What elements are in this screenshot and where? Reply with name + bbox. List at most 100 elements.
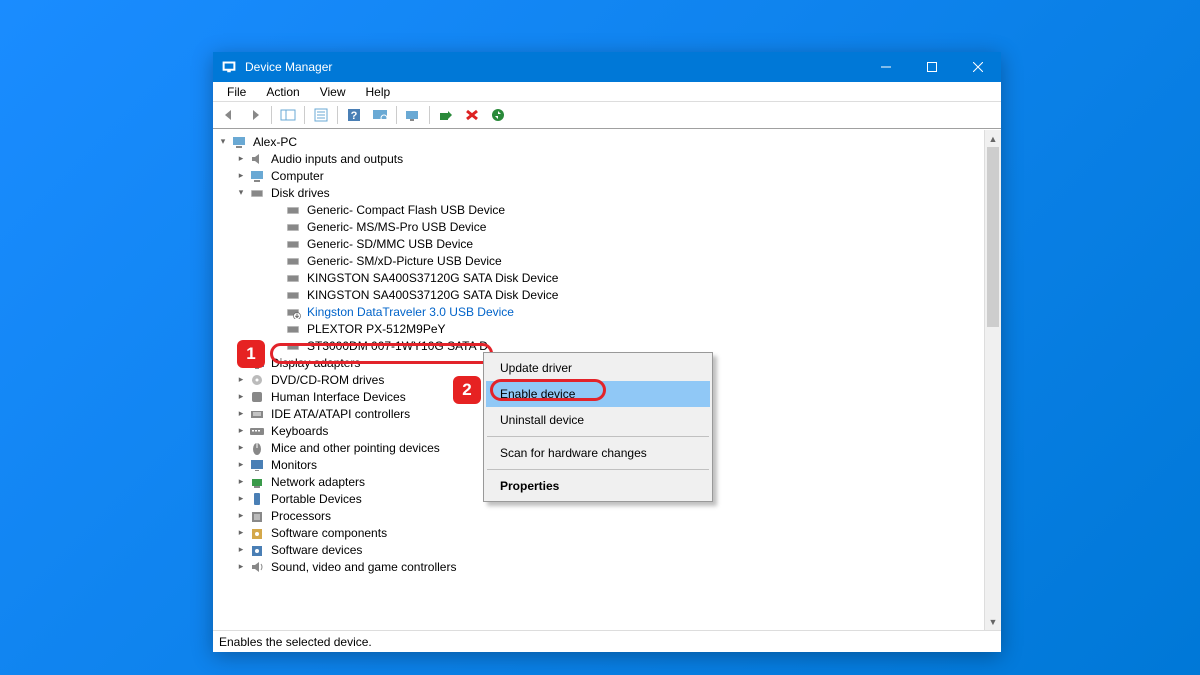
refresh-button[interactable] [486,104,510,126]
scan-hardware-button[interactable] [368,104,392,126]
content-area: ▾Alex-PC▸Audio inputs and outputs▸Comput… [213,129,1001,630]
window-title: Device Manager [245,60,863,74]
expand-icon[interactable]: ▸ [235,442,247,454]
collapse-icon[interactable]: ▾ [235,187,247,199]
category-node[interactable]: ▸ Computer [213,167,984,184]
swcomp-icon [249,526,265,540]
device-label: KINGSTON SA400S37120G SATA Disk Device [305,271,560,285]
category-label: Software devices [269,543,364,557]
expand-icon[interactable]: ▸ [235,408,247,420]
device-label: Generic- MS/MS-Pro USB Device [305,220,488,234]
show-hide-tree-button[interactable] [276,104,300,126]
scroll-down-arrow[interactable]: ▼ [985,613,1001,630]
toolbar-separator [429,106,430,124]
menu-action[interactable]: Action [256,83,309,101]
ide-icon [249,407,265,421]
titlebar[interactable]: Device Manager [213,52,1001,82]
menu-file[interactable]: File [217,83,256,101]
disk-icon [285,271,301,285]
expand-icon[interactable]: ▸ [235,561,247,573]
menu-help[interactable]: Help [356,83,401,101]
properties-button[interactable] [309,104,333,126]
disk-icon [285,220,301,234]
expand-icon[interactable]: ▸ [235,510,247,522]
category-label: Keyboards [269,424,330,438]
collapse-icon[interactable]: ▾ [217,136,229,148]
device-label: PLEXTOR PX-512M9PeY [305,322,448,336]
close-button[interactable] [955,52,1001,82]
keyboard-icon [249,424,265,438]
device-node[interactable]: Generic- SD/MMC USB Device [213,235,984,252]
ctx-enable-device[interactable]: Enable device [486,381,710,407]
uninstall-device-button[interactable] [460,104,484,126]
category-label: Processors [269,509,333,523]
device-node[interactable]: KINGSTON SA400S37120G SATA Disk Device [213,269,984,286]
toolbar-separator [304,106,305,124]
scroll-thumb[interactable] [987,147,999,327]
expand-icon[interactable]: ▸ [235,170,247,182]
forward-button[interactable] [243,104,267,126]
ctx-update-driver[interactable]: Update driver [486,355,710,381]
ctx-properties[interactable]: Properties [486,473,710,499]
expand-icon[interactable]: ▸ [235,476,247,488]
enable-device-button[interactable] [434,104,458,126]
maximize-button[interactable] [909,52,955,82]
expand-icon[interactable]: ▸ [235,391,247,403]
device-node[interactable]: Generic- MS/MS-Pro USB Device [213,218,984,235]
ctx-scan-for-hardware-changes[interactable]: Scan for hardware changes [486,440,710,466]
expand-icon[interactable]: ▸ [235,459,247,471]
expand-icon[interactable]: ▸ [235,357,247,369]
minimize-button[interactable] [863,52,909,82]
help-button[interactable]: ? [342,104,366,126]
menu-separator [487,469,709,470]
sound-icon [249,560,265,574]
expand-icon[interactable]: ▸ [235,153,247,165]
portable-icon [249,492,265,506]
device-node[interactable]: PLEXTOR PX-512M9PeY [213,320,984,337]
category-node[interactable]: ▸Audio inputs and outputs [213,150,984,167]
device-node[interactable]: KINGSTON SA400S37120G SATA Disk Device [213,286,984,303]
update-driver-button[interactable] [401,104,425,126]
category-label: Computer [269,169,326,183]
tree-root[interactable]: ▾Alex-PC [213,133,984,150]
menubar: File Action View Help [213,82,1001,102]
device-node[interactable]: Generic- Compact Flash USB Device [213,201,984,218]
computer-icon [231,135,247,149]
status-text: Enables the selected device. [219,635,372,649]
mouse-icon [249,441,265,455]
category-label: IDE ATA/ATAPI controllers [269,407,412,421]
statusbar: Enables the selected device. [213,630,1001,652]
toolbar-separator [271,106,272,124]
category-node[interactable]: ▸ Software devices [213,541,984,558]
menu-separator [487,436,709,437]
category-label: Disk drives [269,186,332,200]
expand-icon[interactable]: ▸ [235,425,247,437]
category-label: DVD/CD-ROM drives [269,373,386,387]
category-node[interactable]: ▾ Disk drives [213,184,984,201]
svg-text:?: ? [351,110,358,122]
scroll-track[interactable] [985,147,1001,613]
disk-icon [249,186,265,200]
category-node[interactable]: ▸ Processors [213,507,984,524]
back-button[interactable] [217,104,241,126]
expand-icon[interactable]: ▸ [235,527,247,539]
device-node[interactable]: Kingston DataTraveler 3.0 USB Device [213,303,984,320]
category-node[interactable]: ▸Software components [213,524,984,541]
category-label: Sound, video and game controllers [269,560,458,574]
disk-icon [285,203,301,217]
cdrom-icon [249,373,265,387]
scrollbar[interactable]: ▲ ▼ [984,130,1001,630]
expand-icon[interactable]: ▸ [235,493,247,505]
scroll-up-arrow[interactable]: ▲ [985,130,1001,147]
menu-view[interactable]: View [310,83,356,101]
disk-icon [285,339,301,353]
category-node[interactable]: ▸ Sound, video and game controllers [213,558,984,575]
category-label: Display adapters [269,356,362,370]
device-node[interactable]: Generic- SM/xD-Picture USB Device [213,252,984,269]
expand-icon[interactable]: ▸ [235,544,247,556]
category-label: Network adapters [269,475,367,489]
expand-icon[interactable]: ▸ [235,374,247,386]
ctx-uninstall-device[interactable]: Uninstall device [486,407,710,433]
toolbar-separator [337,106,338,124]
disk-icon [285,322,301,336]
